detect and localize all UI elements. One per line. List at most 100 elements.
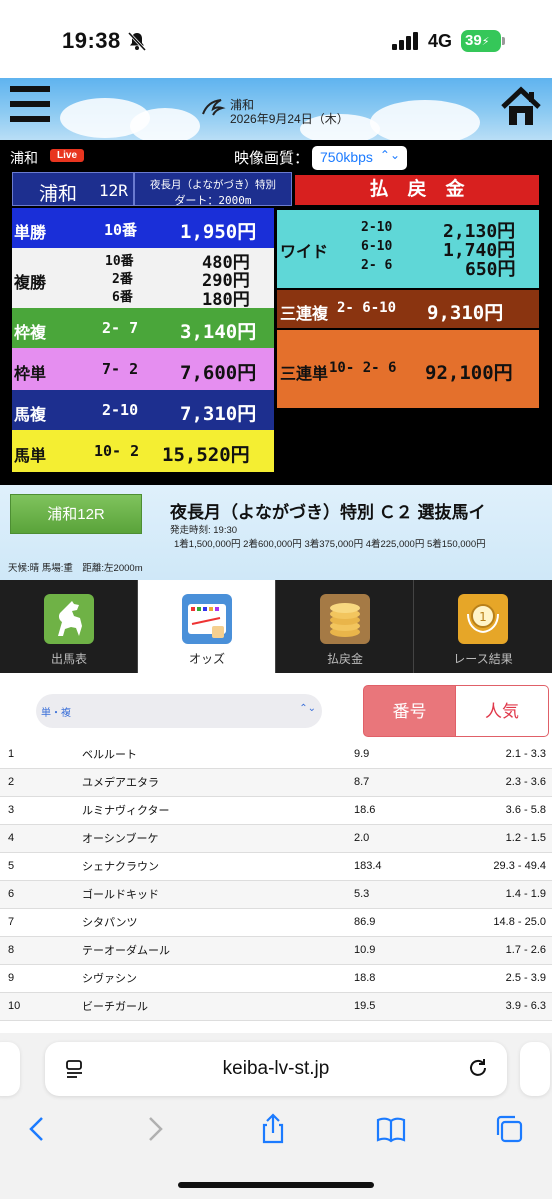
horse-number: 6 bbox=[0, 880, 82, 909]
odds-row: 7 シタパンツ 86.9 14.8 - 25.0 bbox=[0, 908, 552, 937]
medal-icon: 1 bbox=[458, 594, 508, 644]
header-date: 2026年9月24日（木） bbox=[230, 112, 349, 126]
place-row: 複勝 10番 2番 6番 480円 290円 180円 bbox=[12, 248, 274, 310]
video-venue: 浦和 bbox=[10, 150, 38, 166]
place-odds: 1.4 - 1.9 bbox=[454, 880, 552, 909]
horse-name: ルミナヴィクター bbox=[82, 796, 354, 825]
svg-text:1: 1 bbox=[479, 610, 487, 624]
odds-row: 2 ユメデアエタラ 8.7 2.3 - 3.6 bbox=[0, 768, 552, 797]
win-odds: 9.9 bbox=[354, 740, 454, 769]
win-odds: 5.3 bbox=[354, 880, 454, 909]
bell-muted-icon bbox=[127, 31, 147, 52]
win-odds: 18.8 bbox=[354, 964, 454, 993]
cloud-decoration bbox=[130, 108, 200, 140]
exacta-row: 馬単 10- 2 15,520円 bbox=[12, 430, 274, 472]
menu-icon[interactable] bbox=[10, 86, 50, 128]
trio-row: 三連複 2- 6-10 9,310円 bbox=[277, 290, 539, 328]
place-odds: 3.9 - 6.3 bbox=[454, 992, 552, 1021]
board-race-name: 夜長月（よながづき）特別 ダート：2000m bbox=[134, 172, 292, 207]
horse-number: 2 bbox=[0, 768, 82, 797]
odds-row: 1 ベルルート 9.9 2.1 - 3.3 bbox=[0, 740, 552, 769]
place-odds: 1.7 - 2.6 bbox=[454, 936, 552, 965]
forward-icon[interactable] bbox=[138, 1112, 172, 1146]
network-type: 4G bbox=[428, 31, 453, 51]
win-odds: 183.4 bbox=[354, 852, 454, 881]
quality-select[interactable]: 750kbps ⌃⌄ bbox=[312, 146, 407, 170]
bet-type-select[interactable]: 単・複 ⌃⌄ bbox=[36, 694, 322, 728]
tabs-icon[interactable] bbox=[492, 1112, 526, 1146]
coins-icon bbox=[320, 594, 370, 644]
odds-row: 5 シェナクラウン 183.4 29.3 - 49.4 bbox=[0, 852, 552, 881]
url-text: keiba-lv-st.jp bbox=[222, 1058, 330, 1079]
back-icon[interactable] bbox=[20, 1112, 54, 1146]
chevron-updown-icon: ⌃⌄ bbox=[379, 148, 400, 162]
tab-entries[interactable]: 出馬表 bbox=[0, 580, 138, 673]
bracket-exacta-row: 枠単 7- 2 7,600円 bbox=[12, 348, 274, 390]
place-odds: 29.3 - 49.4 bbox=[454, 852, 552, 881]
place-odds: 2.5 - 3.9 bbox=[454, 964, 552, 993]
win-odds: 8.7 bbox=[354, 768, 454, 797]
odds-row: 8 テーオーダムール 10.9 1.7 - 2.6 bbox=[0, 936, 552, 965]
sort-by-number-button[interactable]: 番号 bbox=[363, 685, 456, 737]
cloud-decoration bbox=[370, 100, 480, 140]
win-odds: 86.9 bbox=[354, 908, 454, 937]
status-bar: 19:38 4G 39⚡ bbox=[0, 0, 552, 78]
place-odds: 14.8 - 25.0 bbox=[454, 908, 552, 937]
quinella-row: 馬複 2-10 7,310円 bbox=[12, 390, 274, 430]
home-icon[interactable] bbox=[500, 86, 542, 128]
bookmarks-icon[interactable] bbox=[374, 1112, 408, 1146]
odds-row: 10 ビーチガール 19.5 3.9 - 6.3 bbox=[0, 992, 552, 1021]
tab-results[interactable]: 1 レース結果 bbox=[414, 580, 552, 673]
wide-row: ワイド 2-10 6-10 2- 6 2,130円 1,740円 650円 bbox=[277, 210, 539, 288]
horse-name: ベルルート bbox=[82, 740, 354, 769]
horse-name: テーオーダムール bbox=[82, 936, 354, 965]
chevron-updown-icon: ⌃⌄ bbox=[299, 703, 316, 714]
video-toolbar: 浦和 Live 映像画質： bbox=[0, 140, 552, 170]
odds-row: 4 オーシンブーケ 2.0 1.2 - 1.5 bbox=[0, 824, 552, 853]
win-odds: 2.0 bbox=[354, 824, 454, 853]
odds-row: 9 シヴァシン 18.8 2.5 - 3.9 bbox=[0, 964, 552, 993]
tab-payouts[interactable]: 払戻金 bbox=[276, 580, 414, 673]
win-odds: 10.9 bbox=[354, 936, 454, 965]
place-odds: 2.3 - 3.6 bbox=[454, 768, 552, 797]
horse-number: 5 bbox=[0, 852, 82, 881]
quality-label: 映像画質： bbox=[234, 150, 310, 167]
share-icon[interactable] bbox=[256, 1112, 290, 1146]
horse-number: 10 bbox=[0, 992, 82, 1021]
place-odds: 1.2 - 1.5 bbox=[454, 824, 552, 853]
place-odds: 3.6 - 5.8 bbox=[454, 796, 552, 825]
horse-number: 3 bbox=[0, 796, 82, 825]
board-race-cell: 浦和 12R bbox=[12, 172, 134, 206]
horse-number: 8 bbox=[0, 936, 82, 965]
home-indicator bbox=[178, 1182, 374, 1188]
horse-name: ビーチガール bbox=[82, 992, 354, 1021]
odds-row: 6 ゴールドキッド 5.3 1.4 - 1.9 bbox=[0, 880, 552, 909]
site-header bbox=[0, 78, 552, 140]
bracket-quinella-row: 枠複 2- 7 3,140円 bbox=[12, 308, 274, 348]
clock: 19:38 bbox=[62, 28, 121, 53]
race-conditions: 天候:晴 馬場:重 距離:左2000m bbox=[8, 563, 143, 574]
horse-name: シヴァシン bbox=[82, 964, 354, 993]
odds-table: 1 ベルルート 9.9 2.1 - 3.3 2 ユメデアエタラ 8.7 2.3 - 3.6 3 ル… bbox=[0, 740, 552, 1021]
win-odds: 18.6 bbox=[354, 796, 454, 825]
payout-header: 払 戻 金 bbox=[295, 175, 539, 205]
sort-by-popularity-button[interactable]: 人気 bbox=[456, 685, 549, 737]
horse-number: 4 bbox=[0, 824, 82, 853]
race-title: 夜長月（よながづき）特別 Ｃ２ 選抜馬イ bbox=[170, 503, 486, 522]
horse-name: シェナクラウン bbox=[82, 852, 354, 881]
horse-number: 9 bbox=[0, 964, 82, 993]
win-row: 単勝 10番 1,950円 bbox=[12, 208, 274, 248]
horse-number: 1 bbox=[0, 740, 82, 769]
win-odds: 19.5 bbox=[354, 992, 454, 1021]
horse-number: 7 bbox=[0, 908, 82, 937]
odds-board-icon bbox=[182, 594, 232, 644]
horse-logo-icon bbox=[202, 99, 226, 116]
odds-row: 3 ルミナヴィクター 18.6 3.6 - 5.8 bbox=[0, 796, 552, 825]
horse-name: シタパンツ bbox=[82, 908, 354, 937]
race-select-button[interactable]: 浦和12R bbox=[10, 494, 142, 534]
horse-icon bbox=[44, 594, 94, 644]
tab-odds[interactable]: オッズ bbox=[138, 580, 276, 673]
horse-name: ゴールドキッド bbox=[82, 880, 354, 909]
horse-name: ユメデアエタラ bbox=[82, 768, 354, 797]
place-odds: 2.1 - 3.3 bbox=[454, 740, 552, 769]
